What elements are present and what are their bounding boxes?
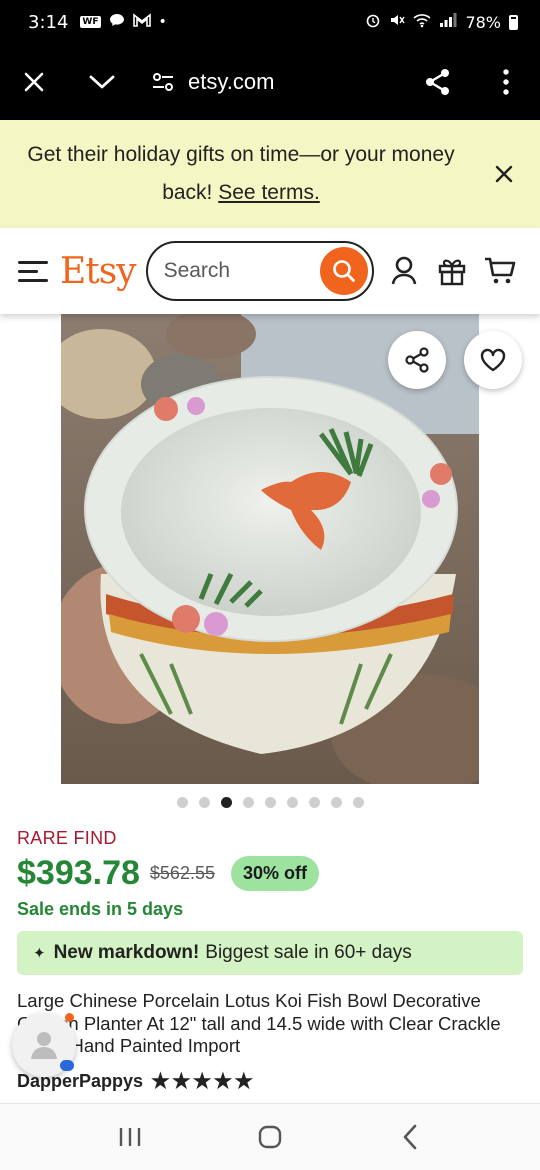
battery-icon — [509, 14, 518, 30]
carousel-dot[interactable] — [220, 797, 232, 808]
product-title: Large Chinese Porcelain Lotus Koi Fish B… — [17, 990, 501, 1056]
wifi-icon — [413, 12, 431, 32]
close-icon — [495, 165, 513, 183]
cart-icon — [484, 257, 515, 284]
avatar-icon — [31, 1032, 57, 1059]
alarm-icon — [365, 12, 381, 32]
price-row: $393.78 $562.55 30% off — [17, 854, 319, 893]
sparkle-icon: ✦ — [33, 945, 46, 962]
account-button[interactable] — [388, 255, 420, 287]
system-navigation-bar — [0, 1103, 540, 1170]
sale-ends-text: Sale ends in 5 days — [17, 899, 184, 919]
image-carousel-dots — [0, 797, 540, 808]
wf-icon: WF — [80, 16, 101, 28]
promo-banner: Get their holiday gifts on time—or your … — [0, 120, 540, 228]
site-settings-icon — [153, 73, 173, 91]
search-input[interactable]: Search — [145, 241, 374, 301]
floating-chat-head[interactable] — [12, 1013, 76, 1077]
etsy-logo[interactable]: Etsy — [60, 251, 137, 292]
markdown-text: Biggest sale in 60+ days — [205, 942, 412, 963]
favorite-button[interactable] — [464, 331, 522, 389]
carousel-dot[interactable] — [352, 797, 364, 808]
menu-button[interactable] — [18, 260, 48, 282]
share-page-button[interactable] — [404, 44, 472, 120]
gmail-icon — [132, 13, 151, 31]
sale-price: $393.78 — [17, 854, 140, 892]
recents-icon — [119, 1128, 141, 1146]
carousel-dot[interactable] — [286, 797, 298, 808]
menu-icon — [18, 260, 48, 264]
back-button[interactable] — [390, 1117, 430, 1157]
cart-button[interactable] — [484, 255, 516, 287]
share-icon — [405, 347, 429, 373]
address-bar[interactable]: etsy.com — [152, 69, 274, 95]
see-terms-link[interactable]: See terms. — [218, 181, 320, 204]
search-icon — [332, 260, 355, 282]
url-text: etsy.com — [188, 69, 275, 94]
carousel-dot[interactable] — [242, 797, 254, 808]
more-options-button[interactable] — [472, 44, 540, 120]
home-button[interactable] — [250, 1117, 290, 1157]
status-bar: 3:14 WF • 78% — [0, 0, 540, 44]
notification-dot — [65, 1013, 74, 1022]
promo-message: Get their holiday gifts on time—or your … — [0, 136, 470, 212]
discount-badge: 30% off — [230, 856, 319, 891]
dot-icon: • — [158, 14, 167, 30]
browser-toolbar: etsy.com — [0, 44, 540, 120]
account-icon — [391, 256, 416, 285]
search-placeholder: Search — [163, 259, 231, 282]
markdown-label: New markdown! — [53, 942, 200, 963]
original-price: $562.55 — [149, 863, 215, 883]
markdown-banner: ✦ New markdown! Biggest sale in 60+ days — [17, 931, 523, 975]
home-icon — [258, 1125, 282, 1149]
search-button[interactable] — [319, 247, 368, 295]
site-header: Etsy Search — [0, 228, 540, 314]
close-icon — [24, 72, 44, 92]
carousel-dot[interactable] — [176, 797, 188, 808]
battery-percent: 78% — [465, 12, 501, 32]
share-listing-button[interactable] — [388, 331, 446, 389]
back-icon — [403, 1124, 417, 1150]
message-badge-icon — [60, 1060, 74, 1071]
promo-close-button[interactable] — [490, 160, 518, 188]
minimize-button[interactable] — [68, 44, 136, 120]
carousel-dot[interactable] — [264, 797, 276, 808]
rating-stars: ★★★★★ — [151, 1070, 256, 1093]
more-icon — [503, 69, 509, 95]
rare-find-badge: RARE FIND — [17, 828, 117, 848]
heart-icon — [480, 348, 506, 372]
carousel-dot[interactable] — [308, 797, 320, 808]
share-icon — [426, 69, 449, 95]
recent-apps-button[interactable] — [110, 1117, 150, 1157]
gift-button[interactable] — [436, 255, 468, 287]
carousel-dot[interactable] — [198, 797, 210, 808]
status-time: 3:14 — [28, 11, 69, 33]
carousel-dot[interactable] — [330, 797, 342, 808]
signal-icon — [439, 12, 457, 32]
gift-icon — [438, 259, 465, 286]
mute-icon — [389, 12, 406, 32]
chat-bubble-icon — [109, 13, 125, 31]
chevron-down-icon — [89, 75, 115, 89]
close-tab-button[interactable] — [0, 44, 68, 120]
